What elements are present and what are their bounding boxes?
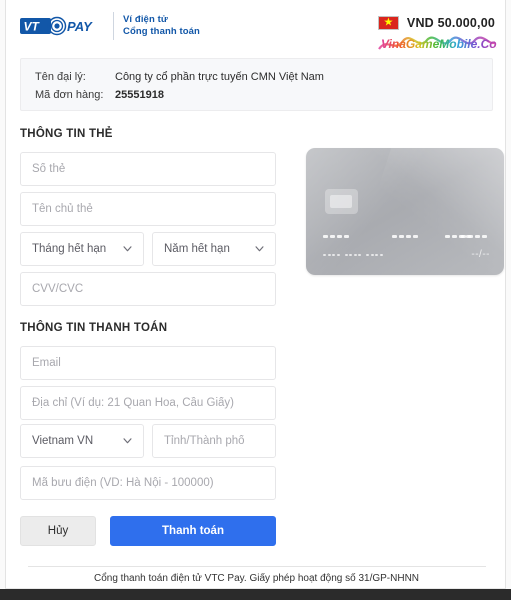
card-holder-placeholder-dashes bbox=[323, 254, 383, 256]
merchant-row-order: Mã đơn hàng: 25551918 bbox=[35, 89, 164, 101]
chevron-down-icon bbox=[123, 438, 132, 444]
card-section-title: THÔNG TIN THẺ bbox=[20, 128, 113, 140]
country-select[interactable]: Vietnam VN bbox=[20, 424, 144, 458]
footer-text: Cổng thanh toán điện tử VTC Pay. Giấy ph… bbox=[93, 573, 420, 584]
svg-text:VT: VT bbox=[24, 19, 41, 33]
expiry-year-select[interactable]: Năm hết hạn bbox=[152, 232, 276, 266]
merchant-info-box: Tên đại lý: Công ty cổ phần trực tuyến C… bbox=[20, 58, 493, 111]
flag-star-glyph: ★ bbox=[383, 16, 394, 29]
order-id-label: Mã đơn hàng: bbox=[35, 89, 104, 101]
vtcpay-logo-mark: VT PAY bbox=[20, 16, 93, 35]
pay-button[interactable]: Thanh toán bbox=[110, 516, 276, 546]
email-placeholder: Email bbox=[32, 357, 61, 369]
expiry-month-label: Tháng hết hạn bbox=[32, 243, 107, 255]
address-placeholder: Địa chỉ (Ví dụ: 21 Quan Hoa, Cầu Giấy) bbox=[32, 397, 234, 409]
svg-text:PAY: PAY bbox=[67, 19, 93, 34]
checkout-frame: VT PAY Ví điện tử Cổng thanh toán ★ VND … bbox=[5, 0, 506, 589]
city-placeholder: Tỉnh/Thành phố bbox=[164, 435, 245, 447]
city-input[interactable]: Tỉnh/Thành phố bbox=[152, 424, 276, 458]
card-number-group bbox=[323, 235, 349, 238]
card-holder-placeholder: Tên chủ thẻ bbox=[32, 203, 93, 215]
amount-value: VND 50.000,00 bbox=[406, 16, 495, 30]
footer-divider bbox=[28, 566, 486, 567]
credit-card-illustration: --/-- bbox=[306, 148, 504, 275]
tagline-line-1: Ví điện tử bbox=[123, 13, 168, 25]
card-number-placeholder: Số thẻ bbox=[32, 163, 66, 175]
payment-section-title: THÔNG TIN THANH TOÁN bbox=[20, 322, 168, 334]
amount-display: ★ VND 50.000,00 bbox=[377, 16, 495, 30]
card-number-group-4 bbox=[445, 235, 487, 238]
bottom-bar bbox=[0, 589, 511, 600]
vtcpay-logo[interactable]: VT PAY Ví điện tử Cổng thanh toán bbox=[20, 12, 200, 40]
card-expiry-placeholder: --/-- bbox=[471, 249, 490, 260]
tagline-line-2: Cổng thanh toán bbox=[123, 26, 200, 37]
card-number-group bbox=[392, 235, 418, 238]
chevron-down-icon bbox=[255, 246, 264, 252]
expiry-year-label: Năm hết hạn bbox=[164, 243, 230, 255]
watermark-text: VinaGameMobile.Com bbox=[381, 37, 497, 51]
expiry-month-select[interactable]: Tháng hết hạn bbox=[20, 232, 144, 266]
page-root: VT PAY Ví điện tử Cổng thanh toán ★ VND … bbox=[0, 0, 511, 600]
merchant-row-name: Tên đại lý: Công ty cổ phần trực tuyến C… bbox=[35, 71, 324, 83]
merchant-name-label: Tên đại lý: bbox=[35, 71, 86, 83]
chevron-down-icon bbox=[123, 246, 132, 252]
logo-divider bbox=[113, 12, 114, 40]
logo-tagline-block: Ví điện tử Cổng thanh toán bbox=[123, 14, 200, 39]
page-header: VT PAY Ví điện tử Cổng thanh toán ★ VND … bbox=[6, 0, 507, 55]
postal-code-input[interactable]: Mã bưu điện (VD: Hà Nội - 100000) bbox=[20, 466, 276, 500]
site-watermark: VinaGameMobile.Com bbox=[378, 36, 497, 51]
country-selected-value: Vietnam VN bbox=[32, 435, 94, 447]
card-chip-icon bbox=[325, 189, 358, 214]
cvv-input[interactable]: CVV/CVC bbox=[20, 272, 276, 306]
email-input[interactable]: Email bbox=[20, 346, 276, 380]
merchant-name-value: Công ty cổ phần trực tuyến CMN Việt Nam bbox=[115, 71, 324, 83]
address-input[interactable]: Địa chỉ (Ví dụ: 21 Quan Hoa, Cầu Giấy) bbox=[20, 386, 276, 420]
vietnam-flag-icon: ★ bbox=[377, 16, 399, 30]
cvv-placeholder: CVV/CVC bbox=[32, 283, 84, 295]
cancel-button[interactable]: Hủy bbox=[20, 516, 96, 546]
order-id-value: 25551918 bbox=[115, 89, 164, 101]
card-number-input[interactable]: Số thẻ bbox=[20, 152, 276, 186]
postal-code-placeholder: Mã bưu điện (VD: Hà Nội - 100000) bbox=[32, 477, 214, 489]
card-holder-input[interactable]: Tên chủ thẻ bbox=[20, 192, 276, 226]
